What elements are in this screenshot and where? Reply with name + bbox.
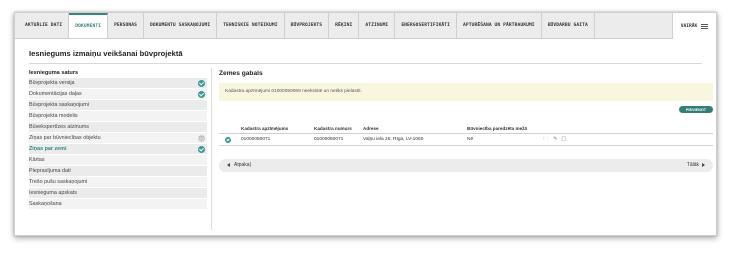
sidebar-item[interactable]: Kārtas bbox=[29, 155, 207, 166]
sidebar-item-label: Trešo pušu saskaņojumi bbox=[29, 179, 88, 185]
tab-aktualie-dati[interactable]: AKTUĀLIE DATI bbox=[19, 13, 70, 38]
next-label: Tālāk bbox=[686, 162, 699, 168]
sidebar-item-label: Ziņas par būvniecības objektu bbox=[29, 135, 101, 141]
tab-bar: AKTUĀLIE DATI DOKUMENTI PERSONAS DOKUMEN… bbox=[15, 13, 716, 39]
cell-adrese: Vaļņu iela 26, Rīga, LV-1050 bbox=[363, 137, 424, 142]
header-buvnieciba-meza: Būvniecība paredzēta mežā bbox=[467, 125, 527, 131]
chevron-left-icon bbox=[227, 162, 230, 167]
table-toolbar: PIEVIENOT bbox=[219, 101, 713, 117]
back-button[interactable]: Atpakaļ bbox=[227, 159, 251, 172]
sidebar-item[interactable]: Saskaņošana bbox=[29, 199, 207, 210]
next-button[interactable]: Tālāk bbox=[687, 159, 705, 172]
row-actions: 🗁 ✎ □ bbox=[543, 136, 603, 144]
check-icon bbox=[198, 146, 205, 153]
sidebar-item-label: Būvekspertīzes atzinums bbox=[29, 124, 89, 130]
header-kadastra-apzimejums: Kadastra apzīmējums bbox=[241, 125, 289, 131]
sidebar-item[interactable]: Trešo pušu saskaņojumi bbox=[29, 177, 207, 188]
title-divider bbox=[29, 63, 702, 64]
more-menu-button[interactable]: VAIRĀK bbox=[672, 13, 716, 39]
table-row[interactable]: 01000050071 01000050071 Vaļņu iela 26, R… bbox=[219, 134, 713, 146]
app-window: AKTUĀLIE DATI DOKUMENTI PERSONAS DOKUMEN… bbox=[14, 12, 717, 236]
sidebar-item[interactable]: Iesnieguma apskats bbox=[29, 188, 207, 199]
sidebar-item-label: Pieprasījuma dati bbox=[29, 168, 71, 174]
page-title: Iesniegums izmaiņu veikšanai būvprojektā bbox=[29, 49, 183, 58]
tab-apturesana[interactable]: APTURĒŠANA UN PĀRTRAUKUMI bbox=[457, 13, 542, 38]
header-kadastra-numurs: Kadastra numurs bbox=[314, 125, 352, 131]
cell-numurs: 01000050071 bbox=[314, 137, 344, 142]
hamburger-icon bbox=[701, 23, 709, 29]
sidebar-item-label: Kārtas bbox=[29, 157, 45, 163]
row-status-cell bbox=[219, 136, 241, 143]
section-title: Zemes gabals bbox=[219, 70, 263, 77]
cell-meza: Nē bbox=[467, 137, 474, 142]
sidebar-item-label: Iesnieguma apskats bbox=[29, 190, 77, 196]
edit-icon[interactable]: ✎ bbox=[553, 136, 557, 144]
tab-energosertifikati[interactable]: ENERGOSERTIFIKĀTI bbox=[395, 13, 458, 38]
check-icon bbox=[225, 136, 231, 143]
check-icon bbox=[198, 91, 205, 98]
tab-buvdarbu-gaita[interactable]: BŪVDARBU GAITA bbox=[542, 13, 595, 38]
tab-personas[interactable]: PERSONAS bbox=[108, 13, 144, 38]
tab-tehniskie-noteikumi[interactable]: TEHNISKIE NOTEIKUMI bbox=[217, 13, 285, 38]
sidebar-item[interactable]: Dokumentācijas daļas bbox=[29, 89, 207, 100]
vertical-divider bbox=[211, 68, 212, 230]
table-header: Kadastra apzīmējums Kadastra numurs Adre… bbox=[219, 117, 713, 134]
add-button[interactable]: PIEVIENOT bbox=[679, 106, 713, 113]
wizard-nav: Atpakaļ Tālāk bbox=[219, 159, 713, 172]
sidebar-item[interactable]: Būvprojekta modelis bbox=[29, 111, 207, 122]
sidebar-item[interactable]: Pieprasījuma dati bbox=[29, 166, 207, 177]
sidebar-item[interactable]: Ziņas par būvniecības objektu bbox=[29, 132, 207, 144]
sidebar-heading: Iesnieguma saturs bbox=[29, 70, 79, 76]
sidebar-item[interactable]: Ziņas par zemi bbox=[29, 144, 207, 155]
header-adrese: Adrese bbox=[363, 125, 379, 131]
folder-icon[interactable]: 🗁 bbox=[543, 136, 549, 144]
cell-apzimejums: 01000050071 bbox=[241, 137, 271, 142]
warning-message: Kadastra apzīmējumi 01000050069 neeksist… bbox=[219, 83, 713, 101]
sidebar-item-label: Būvprojekta versija bbox=[29, 80, 75, 86]
sidebar-item-label: Saskaņošana bbox=[29, 201, 62, 207]
sidebar-item[interactable]: Būvprojekta saskaņojumi bbox=[29, 100, 207, 111]
sidebar-item-label: Būvprojekta modelis bbox=[29, 113, 78, 119]
tab-dokumenti[interactable]: DOKUMENTI bbox=[69, 13, 109, 38]
tab-dokumentu-saskanojumi[interactable]: DOKUMENTU SASKAŅOJUMI bbox=[144, 13, 218, 38]
check-icon bbox=[198, 80, 205, 87]
sidebar-item[interactable]: Būvekspertīzes atzinums bbox=[29, 122, 207, 133]
sidebar-item[interactable]: Būvprojekta versija bbox=[29, 78, 207, 89]
sidebar: Iesnieguma saturs Būvprojekta versija Dok… bbox=[29, 68, 207, 210]
back-label: Atpakaļ bbox=[234, 162, 251, 168]
main-content: Zemes gabals Kadastra apzīmējumi 0100005… bbox=[219, 68, 713, 172]
sidebar-item-label: Būvprojekta saskaņojumi bbox=[29, 102, 89, 108]
sidebar-list: Būvprojekta versija Dokumentācijas daļas B… bbox=[29, 78, 207, 210]
sidebar-item-label: Ziņas par zemi bbox=[29, 146, 67, 152]
delete-icon[interactable]: □ bbox=[561, 136, 566, 144]
more-label: VAIRĀK bbox=[680, 23, 698, 29]
tab-rekini[interactable]: RĒĶINI bbox=[329, 13, 360, 38]
pending-icon bbox=[198, 132, 205, 143]
tab-buvprojekts[interactable]: BŪVPROJEKTS bbox=[285, 13, 330, 38]
chevron-right-icon bbox=[702, 162, 705, 167]
tab-atzinumi[interactable]: ATZINUMI bbox=[359, 13, 396, 38]
sidebar-item-label: Dokumentācijas daļas bbox=[29, 91, 82, 97]
